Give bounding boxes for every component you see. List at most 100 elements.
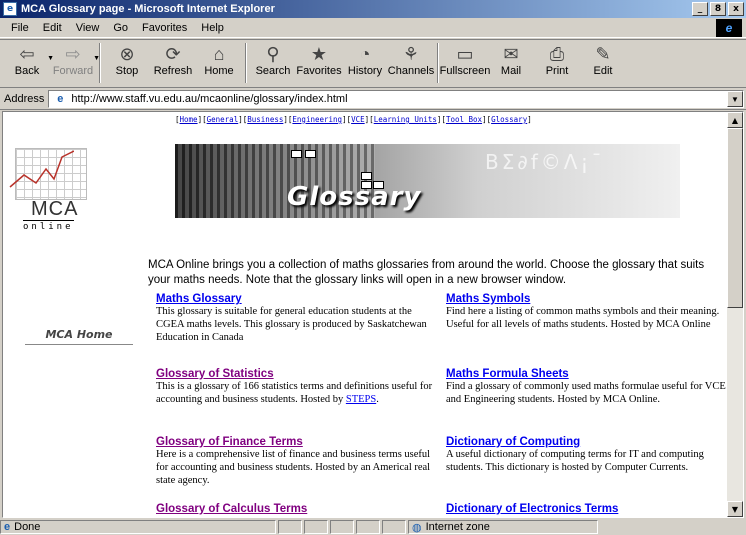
topnav-link-home[interactable]: Home (180, 115, 198, 124)
back-arrow-icon: ⇦ (19, 43, 35, 64)
toolbar-label: Print (545, 65, 569, 77)
status-page-icon: e (4, 521, 11, 533)
toolbar-print-button[interactable]: ⎙ Print (534, 43, 580, 85)
stop-icon: ⊗ (119, 43, 135, 64)
toolbar-back-button[interactable]: ⇦ Back ▼ (4, 43, 54, 85)
toolbar-fullscreen-button[interactable]: ▭ Fullscreen (439, 43, 491, 85)
description-punctuation: . (376, 394, 379, 405)
glossary-entry-link[interactable]: Glossary of Statistics (156, 368, 441, 380)
browser-viewport: [Home][General][Business][Engineering][V… (2, 111, 744, 518)
toolbar-label: Stop (115, 65, 139, 77)
glossary-entry-link[interactable]: Dictionary of Electronics Terms (446, 503, 731, 515)
toolbar-label: Fullscreen (439, 65, 491, 77)
mca-home-link[interactable]: MCA Home (25, 328, 133, 345)
fullscreen-icon: ▭ (456, 43, 474, 64)
topnav-link-engineering[interactable]: Engineering (292, 115, 342, 124)
mail-icon: ✉ (503, 43, 519, 64)
glossary-entry-link[interactable]: Maths Glossary (156, 293, 441, 305)
description-text: A useful dictionary of computing terms f… (446, 449, 704, 473)
topnav-link-general[interactable]: General (207, 115, 239, 124)
toolbar-label: Channels (387, 65, 435, 77)
ie-throbber-icon: e (716, 19, 742, 37)
glossary-entry: Glossary of Calculus Terms (156, 503, 441, 515)
toolbar-refresh-button[interactable]: ⟳ Refresh (150, 43, 196, 85)
scroll-thumb[interactable] (727, 128, 743, 308)
search-icon: ⚲ (266, 43, 280, 64)
menu-file[interactable]: File (4, 22, 36, 34)
glossary-entry-link[interactable]: Glossary of Calculus Terms (156, 503, 441, 515)
toolbar-mail-button[interactable]: ✉ Mail (488, 43, 534, 85)
status-text: Done (14, 521, 41, 533)
toolbar-search-button[interactable]: ⚲ Search (250, 43, 296, 85)
glossary-entry: Maths Formula Sheets Find a glossary of c… (446, 368, 731, 406)
glossary-entry-link[interactable]: Dictionary of Computing (446, 436, 731, 448)
glossary-entry: Maths Symbols Find here a listing of comm… (446, 293, 731, 331)
logo-online-text: online (23, 220, 74, 232)
toolbar-label: Mail (500, 65, 522, 77)
description-text: This glossary is suitable for general ed… (156, 306, 427, 343)
glossary-entry: Glossary of Finance Terms Here is a compr… (156, 436, 441, 487)
address-dropdown-button[interactable]: ▼ (727, 91, 743, 107)
menu-edit[interactable]: Edit (36, 22, 69, 34)
toolbar-label: Forward (52, 65, 94, 77)
topnav-link-tool-box[interactable]: Tool Box (446, 115, 482, 124)
toolbar-separator (437, 43, 439, 83)
mca-online-logo[interactable]: MCA online (9, 148, 89, 236)
toolbar-forward-button[interactable]: ⇨ Forward ▼ (50, 43, 100, 85)
scroll-down-button[interactable]: ▼ (727, 501, 743, 517)
dropdown-arrow-icon[interactable]: ▼ (93, 55, 100, 62)
home-icon: ⌂ (213, 43, 225, 64)
glossary-entry: Maths Glossary This glossary is suitable … (156, 293, 441, 344)
logo-grid (9, 148, 87, 200)
menu-go[interactable]: Go (106, 22, 135, 34)
address-bar: Address e http://www.staff.vu.edu.au/mca… (0, 89, 746, 110)
toolbar-home-button[interactable]: ⌂ Home (196, 43, 242, 85)
status-bar: e Done ◍ Internet zone (0, 519, 746, 535)
toolbar-label: Refresh (153, 65, 193, 77)
glossary-entry-description: Here is a comprehensive list of finance … (156, 448, 441, 487)
page-content: [Home][General][Business][Engineering][V… (3, 112, 728, 517)
maximize-button[interactable]: 8 (710, 2, 726, 16)
address-input[interactable]: e http://www.staff.vu.edu.au/mcaonline/g… (48, 90, 744, 108)
vertical-scrollbar[interactable]: ▲ ▼ (727, 112, 743, 517)
refresh-icon: ⟳ (165, 43, 181, 64)
logo-mca-text: MCA (31, 198, 79, 220)
toolbar-history-button[interactable]: ◔ History (342, 43, 388, 85)
ie-page-icon: e (3, 2, 17, 16)
status-pane: e Done (0, 520, 276, 534)
toolbar-edit-button[interactable]: ✎ Edit (580, 43, 626, 85)
topnav-link-learning-units[interactable]: Learning Units (374, 115, 437, 124)
window-title: MCA Glossary page - Microsoft Internet E… (21, 3, 275, 15)
channels-icon: ⚘ (402, 43, 420, 64)
menu-favorites[interactable]: Favorites (135, 22, 194, 34)
glossary-entry-link[interactable]: Glossary of Finance Terms (156, 436, 441, 448)
toolbar-separator (99, 43, 101, 83)
toolbar-label: Search (255, 65, 291, 77)
address-url[interactable]: http://www.staff.vu.edu.au/mcaonline/glo… (71, 93, 347, 105)
glossary-entry-description: This is a glossary of 166 statistics ter… (156, 380, 441, 406)
topnav-link-vce[interactable]: VCE (351, 115, 365, 124)
toolbar-channels-button[interactable]: ⚘ Channels (388, 43, 434, 85)
glossary-entry-link[interactable]: Maths Formula Sheets (446, 368, 731, 380)
topnav-link-business[interactable]: Business (247, 115, 283, 124)
forward-arrow-icon: ⇨ (65, 43, 81, 64)
topnav-link-glossary[interactable]: Glossary (491, 115, 527, 124)
toolbar-separator (245, 43, 247, 83)
favorites-icon: ★ (310, 43, 328, 64)
toolbar-stop-button[interactable]: ⊗ Stop (104, 43, 150, 85)
edit-icon: ✎ (595, 43, 611, 64)
description-text: Here is a comprehensive list of finance … (156, 449, 431, 486)
menu-view[interactable]: View (69, 22, 107, 34)
toolbar: ⇦ Back ▼ ⇨ Forward ▼ ⊗ Stop ⟳ Refresh ⌂ Home ⚲ Search… (0, 39, 746, 88)
toolbar-favorites-button[interactable]: ★ Favorites (296, 43, 342, 85)
steps-link[interactable]: STEPS (346, 394, 376, 405)
glossary-entry-link[interactable]: Maths Symbols (446, 293, 731, 305)
minimize-button[interactable]: _ (692, 2, 708, 16)
scroll-up-button[interactable]: ▲ (727, 112, 743, 128)
menu-help[interactable]: Help (194, 22, 231, 34)
zone-text: Internet zone (425, 521, 490, 533)
glossary-entry-description: Find a glossary of commonly used maths f… (446, 380, 731, 406)
toolbar-label: History (347, 65, 383, 77)
close-button[interactable]: x (728, 2, 744, 16)
menu-bar: File Edit View Go Favorites Help e (0, 18, 746, 38)
